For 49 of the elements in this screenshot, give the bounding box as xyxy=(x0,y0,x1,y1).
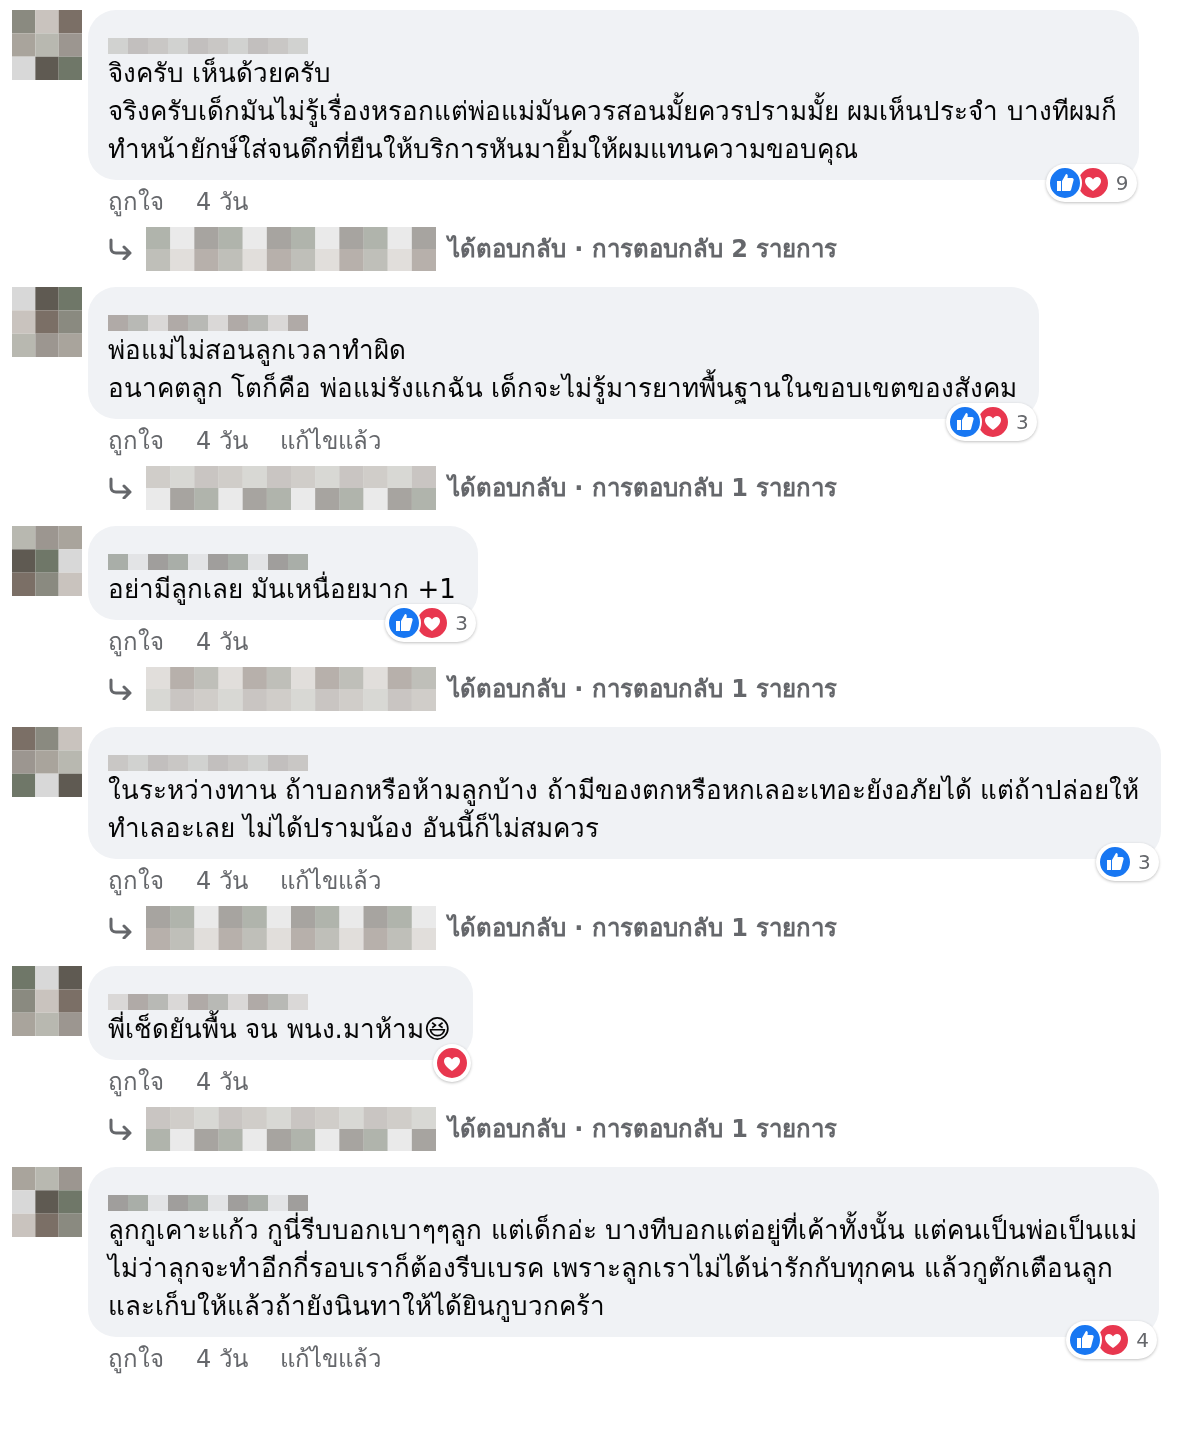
reaction-badge[interactable] xyxy=(432,1044,471,1082)
reaction-count: 3 xyxy=(454,610,469,637)
comment-time[interactable]: 4 วัน xyxy=(196,423,248,459)
reaction-badge[interactable]: 9 xyxy=(1045,164,1137,202)
thumbs-up-icon xyxy=(1068,1323,1103,1357)
reaction-badge[interactable]: 3 xyxy=(1096,843,1159,881)
comment-time[interactable]: 4 วัน xyxy=(196,863,248,899)
thumbs-up-icon xyxy=(1098,845,1133,879)
comment-text: พ่อแม่ไม่สอนลูกเวลาทำผิด xyxy=(108,334,407,368)
reply-summary[interactable]: ได้ตอบกลับ · การตอบกลับ 2 รายการ xyxy=(448,231,838,267)
reply-arrow-icon xyxy=(108,917,134,939)
reaction-badge[interactable]: 4 xyxy=(1066,1321,1158,1359)
reply-arrow-icon xyxy=(108,678,134,700)
comment-text: ในระหว่างทาน ถ้าบอกหรือห้ามลูกบ้าง ถ้ามีของตกหรือหกเลอะเทอะยังอภัยได้ แต่ถ้าปล่อยให้ xyxy=(108,774,1139,808)
comment-text: ไม่ว่าลุกจะทำอีกกี่รอบเราก็ต้องรีบเบรค เพราะลูกเราไม่ได้น่ารักกับทุกคน แล้วกูตักเตือนลูก xyxy=(108,1249,1138,1287)
comment-time[interactable]: 4 วัน xyxy=(196,1064,248,1100)
reply-summary[interactable]: ได้ตอบกลับ · การตอบกลับ 1 รายการ xyxy=(448,470,838,506)
like-link[interactable]: ถูกใจ xyxy=(108,863,164,899)
comment-text: จิงครับ เห็นด้วยครับ xyxy=(108,56,333,90)
reaction-count: 3 xyxy=(1137,849,1152,876)
reply-arrow-icon xyxy=(108,238,134,260)
thumbs-up-icon xyxy=(387,606,422,640)
edited-label: แก้ไขแล้ว xyxy=(279,426,381,457)
like-link[interactable]: ถูกใจ xyxy=(108,624,164,660)
edited-label: แก้ไขแล้ว xyxy=(279,866,381,897)
reply-summary[interactable]: ได้ตอบกลับ · การตอบกลับ 1 รายการ xyxy=(448,671,838,707)
like-link[interactable]: ถูกใจ xyxy=(108,1341,164,1377)
reply-arrow-icon xyxy=(108,1118,134,1140)
reaction-count: 9 xyxy=(1114,170,1130,197)
comment-time[interactable]: 4 วัน xyxy=(196,624,248,660)
reaction-count: 4 xyxy=(1135,1327,1151,1354)
comment-time[interactable]: 4 วัน xyxy=(196,1341,248,1377)
thumbs-up-icon xyxy=(948,405,983,439)
reply-summary[interactable]: ได้ตอบกลับ · การตอบกลับ 1 รายการ xyxy=(448,910,838,946)
reply-summary[interactable]: ได้ตอบกลับ · การตอบกลับ 1 รายการ xyxy=(448,1111,838,1147)
like-link[interactable]: ถูกใจ xyxy=(108,184,164,220)
reaction-badge[interactable]: 3 xyxy=(946,403,1037,441)
comment-text: พี่เช็ดยันพื้น จน พนง.มาห้าม😆 xyxy=(108,1010,451,1048)
comment-text: จริงครับเด็กมันไม่รู้เรื่องหรอกแต่พ่อแม่มันควรสอนมั้ยควรปรามมั้ย ผมเห็นประจำ บางทีผมก็ xyxy=(108,92,1117,130)
reply-arrow-icon xyxy=(108,477,134,499)
like-link[interactable]: ถูกใจ xyxy=(108,1064,164,1100)
like-link[interactable]: ถูกใจ xyxy=(108,423,164,459)
reaction-count: 3 xyxy=(1015,409,1030,436)
comment-time[interactable]: 4 วัน xyxy=(196,184,248,220)
thumbs-up-icon xyxy=(1047,166,1082,200)
comment-text: และเก็บให้แล้วถ้ายังนินทาให้ได้ยินกูบวกคร้า xyxy=(108,1289,606,1324)
reaction-badge[interactable]: 3 xyxy=(385,604,476,642)
edited-label: แก้ไขแล้ว xyxy=(279,1344,381,1375)
comment-text: ลูกกูเคาะแก้ว กูนี่รีบบอกเบาๆๆลูก แต่เด็กอ่ะ บางทีบอกแต่อยู่ที่เค้าทั้งนั้น แต่คนเป็นพ่อเป็นแม่ xyxy=(108,1211,1138,1249)
